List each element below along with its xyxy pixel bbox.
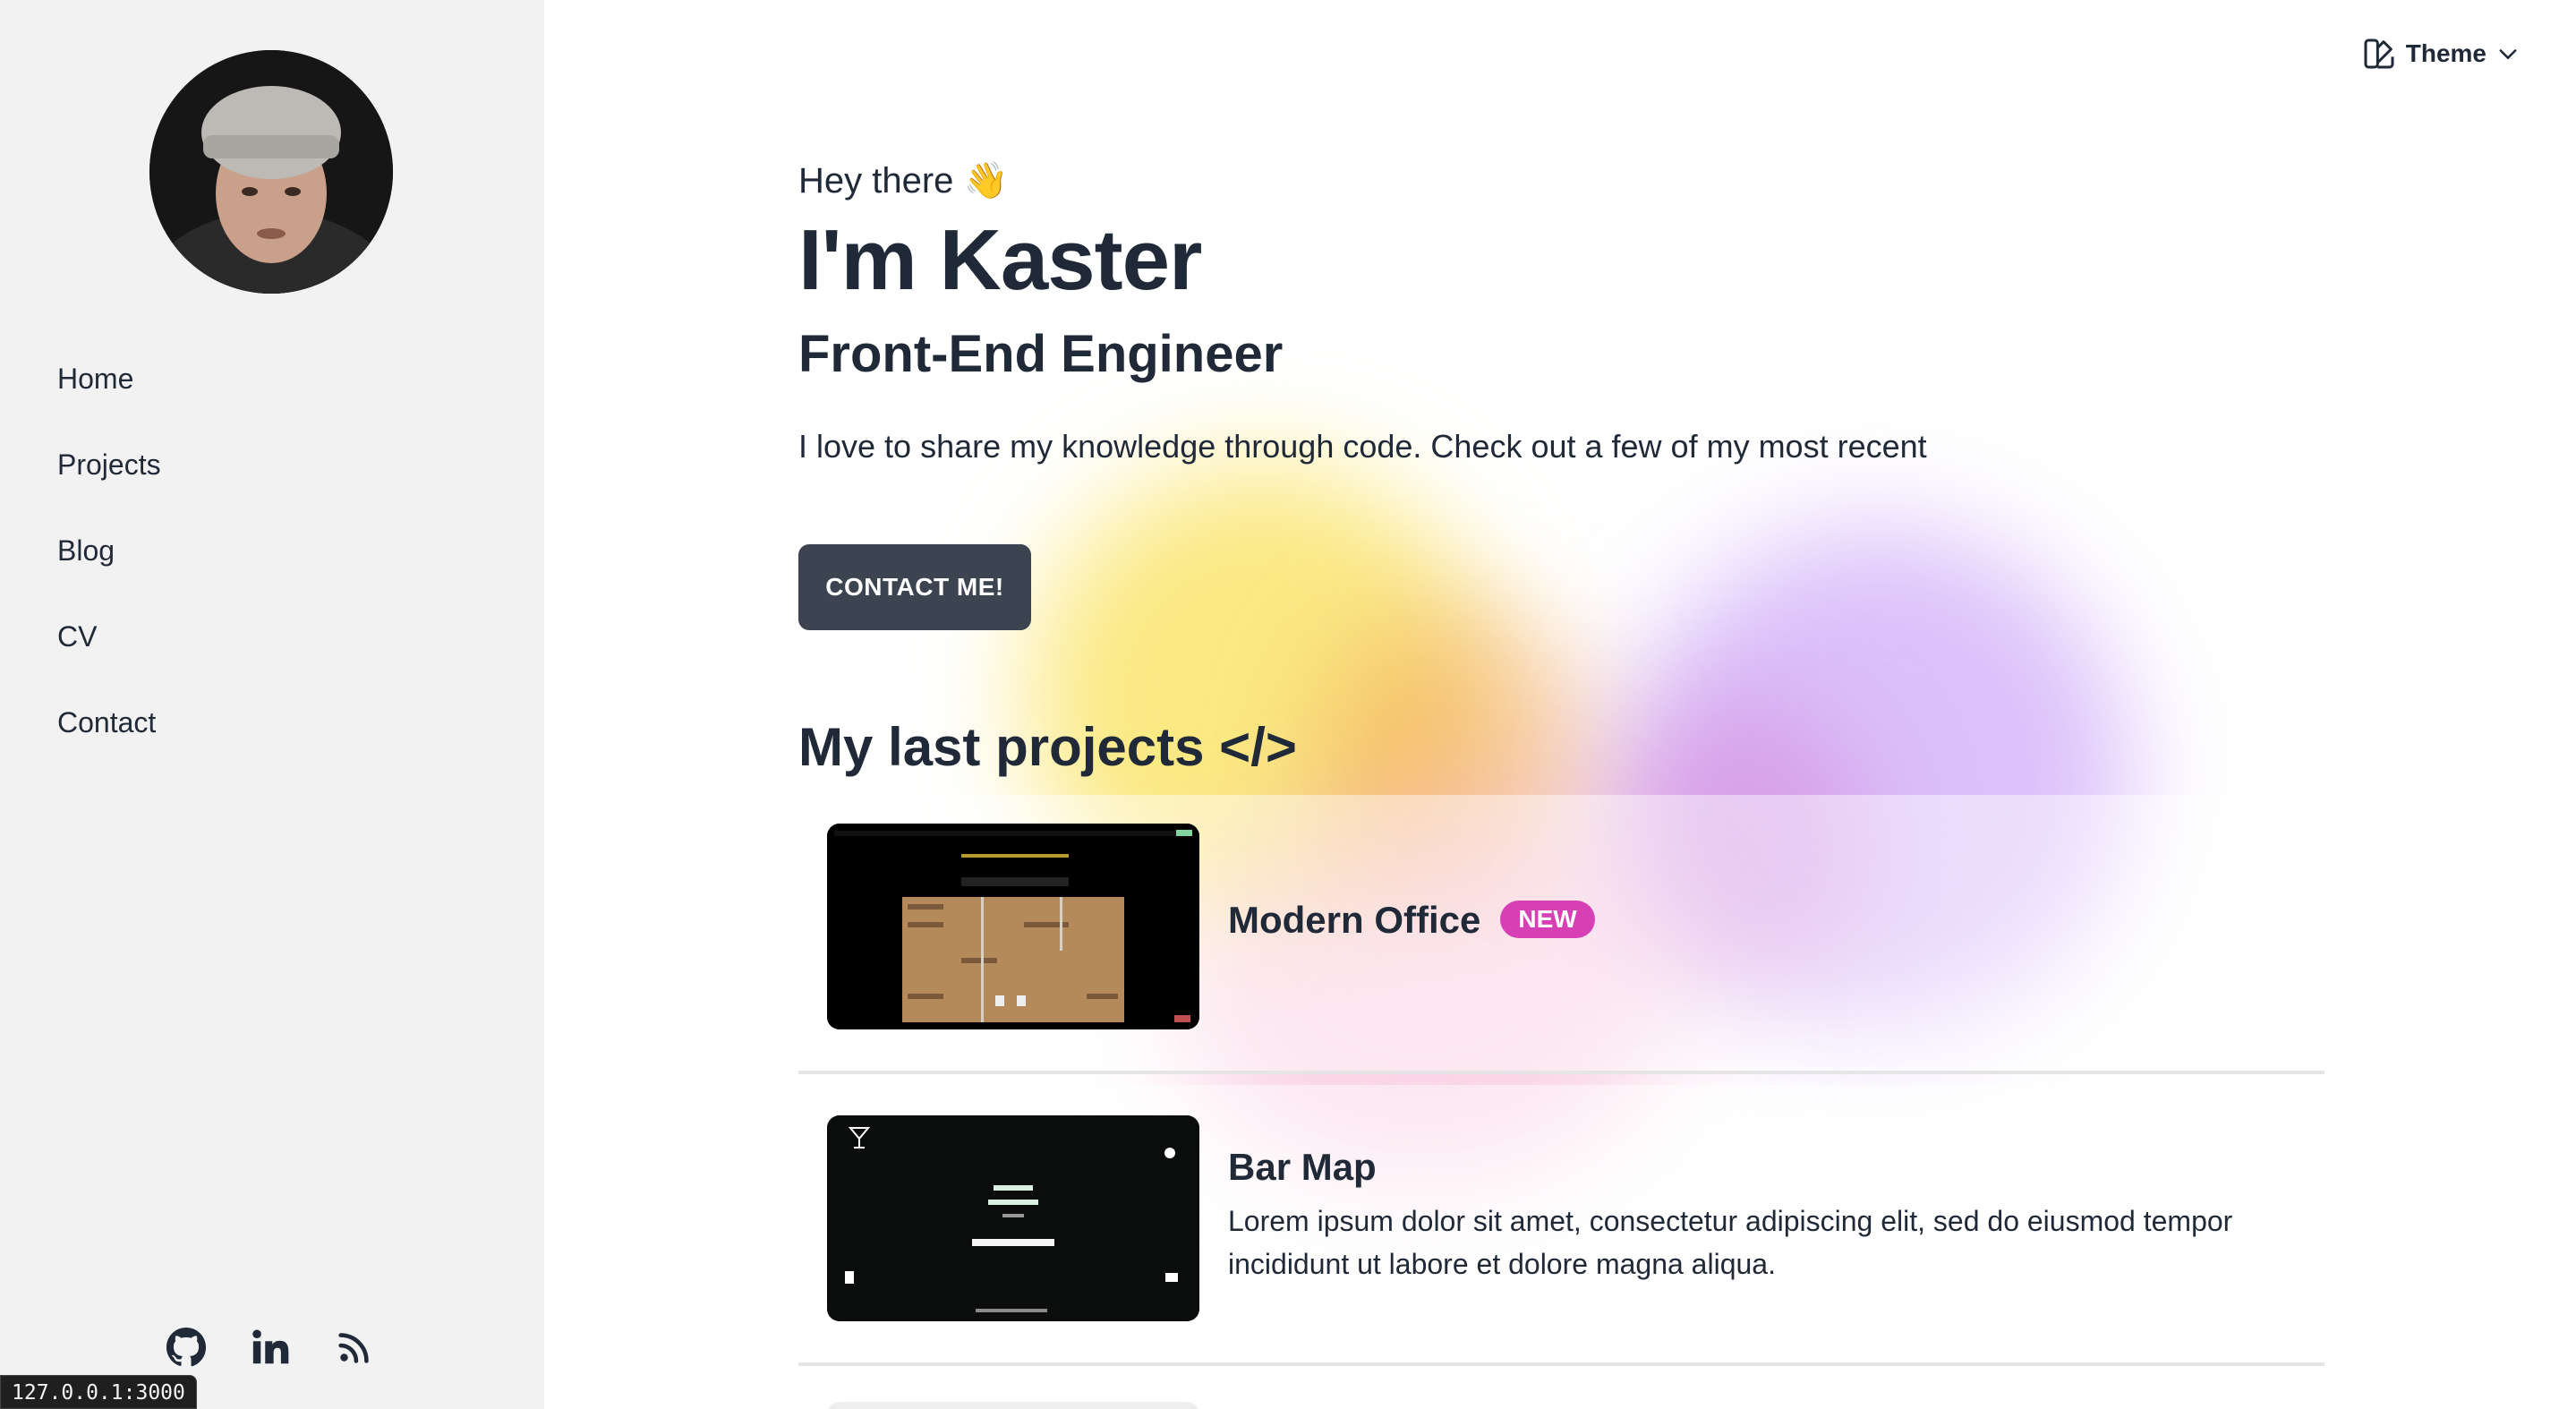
page-title: I'm Kaster [798,212,1202,308]
project-card-bar-map[interactable]: Bar Map Lorem ipsum dolor sit amet, cons… [798,1085,2324,1366]
project-thumbnail-peek [827,1402,1199,1409]
nav-item-cv[interactable]: CV [57,611,161,697]
job-title: Front-End Engineer [798,325,1284,383]
palette-icon [2364,38,2394,69]
project-thumbnail [827,1115,1199,1321]
status-bar-url: 127.0.0.1:3000 [0,1375,197,1409]
project-description: Lorem ipsum dolor sit amet, consectetur … [1228,1205,2233,1280]
linkedin-icon[interactable] [250,1327,291,1368]
new-badge: NEW [1500,900,1595,938]
main-content: Theme Hey there 👋 I'm Kaster Front-End E… [544,0,2576,1409]
nav-item-contact[interactable]: Contact [57,697,161,783]
greeting-text: Hey there 👋 [798,161,1009,201]
theme-dropdown[interactable]: Theme [2361,36,2521,72]
sidebar: Home Projects Blog CV Contact [0,0,544,1409]
project-title: Modern Office NEW [1228,899,1595,942]
social-links [166,1327,375,1368]
nav-item-blog[interactable]: Blog [57,525,161,611]
project-title-text: Modern Office [1228,899,1481,941]
github-icon[interactable] [166,1327,207,1368]
chevron-down-icon [2499,49,2517,60]
contact-button[interactable]: CONTACT ME! [798,544,1031,630]
nav-item-projects[interactable]: Projects [57,440,161,525]
projects-heading: My last projects </> [798,717,1297,777]
avatar[interactable] [149,50,393,294]
portfolio-app: Home Projects Blog CV Contact Theme Hey … [0,0,2576,1409]
project-title: Bar Map [1228,1146,1377,1188]
theme-label: Theme [2405,39,2486,67]
project-card-modern-office[interactable]: Modern Office NEW [798,795,2324,1074]
project-thumbnail [827,824,1199,1029]
rss-icon[interactable] [334,1327,375,1368]
main-nav: Home Projects Blog CV Contact [57,354,161,783]
intro-text: I love to share my knowledge through cod… [798,428,1927,465]
nav-item-home[interactable]: Home [57,354,161,440]
